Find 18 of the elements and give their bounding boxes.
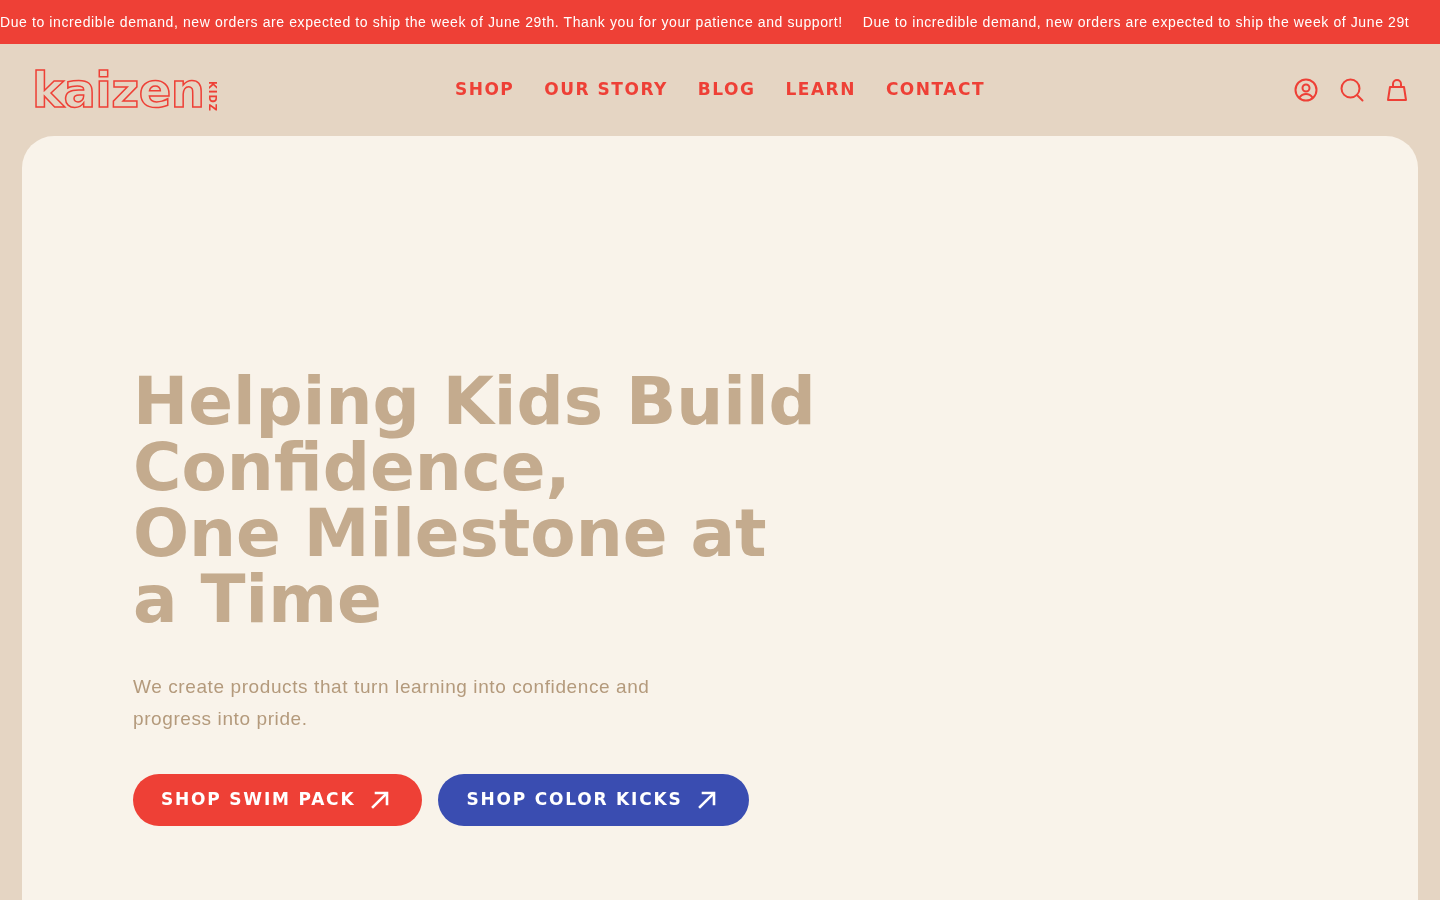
- arrow-up-right-icon: [370, 790, 391, 810]
- nav-link[interactable]: CONTACT: [885, 77, 986, 103]
- search-icon[interactable]: [1340, 78, 1364, 102]
- announcement-text: Due to incredible demand, new orders are expected to ship the week of June 29th. Thank you for your patience and support!: [0, 12, 843, 32]
- nav-link[interactable]: SHOP: [454, 77, 515, 103]
- shop-button[interactable]: SHOP COLOR KICKS: [438, 774, 750, 826]
- logo-wordmark[interactable]: kaizen: [32, 66, 205, 114]
- nav-link[interactable]: OUR STORY: [544, 77, 668, 103]
- hero-heading: Helping Kids Build Confidence, One Milestone at a Time: [133, 369, 817, 633]
- hero-subtext: We create products that turn learning into confidence and progress into pride.: [133, 675, 651, 731]
- nav-link[interactable]: BLOG: [697, 77, 756, 103]
- user-icon[interactable]: [1294, 78, 1318, 102]
- announcement-text: Due to incredible demand, new orders are expected to ship the week of June 29t: [862, 12, 1410, 32]
- logo-tagline[interactable]: KIDZ: [206, 80, 219, 112]
- nav-link[interactable]: LEARN: [785, 77, 856, 103]
- shop-button[interactable]: SHOP SWIM PACK: [133, 774, 423, 826]
- arrow-up-right-icon: [697, 790, 718, 810]
- bag-icon[interactable]: [1386, 79, 1408, 101]
